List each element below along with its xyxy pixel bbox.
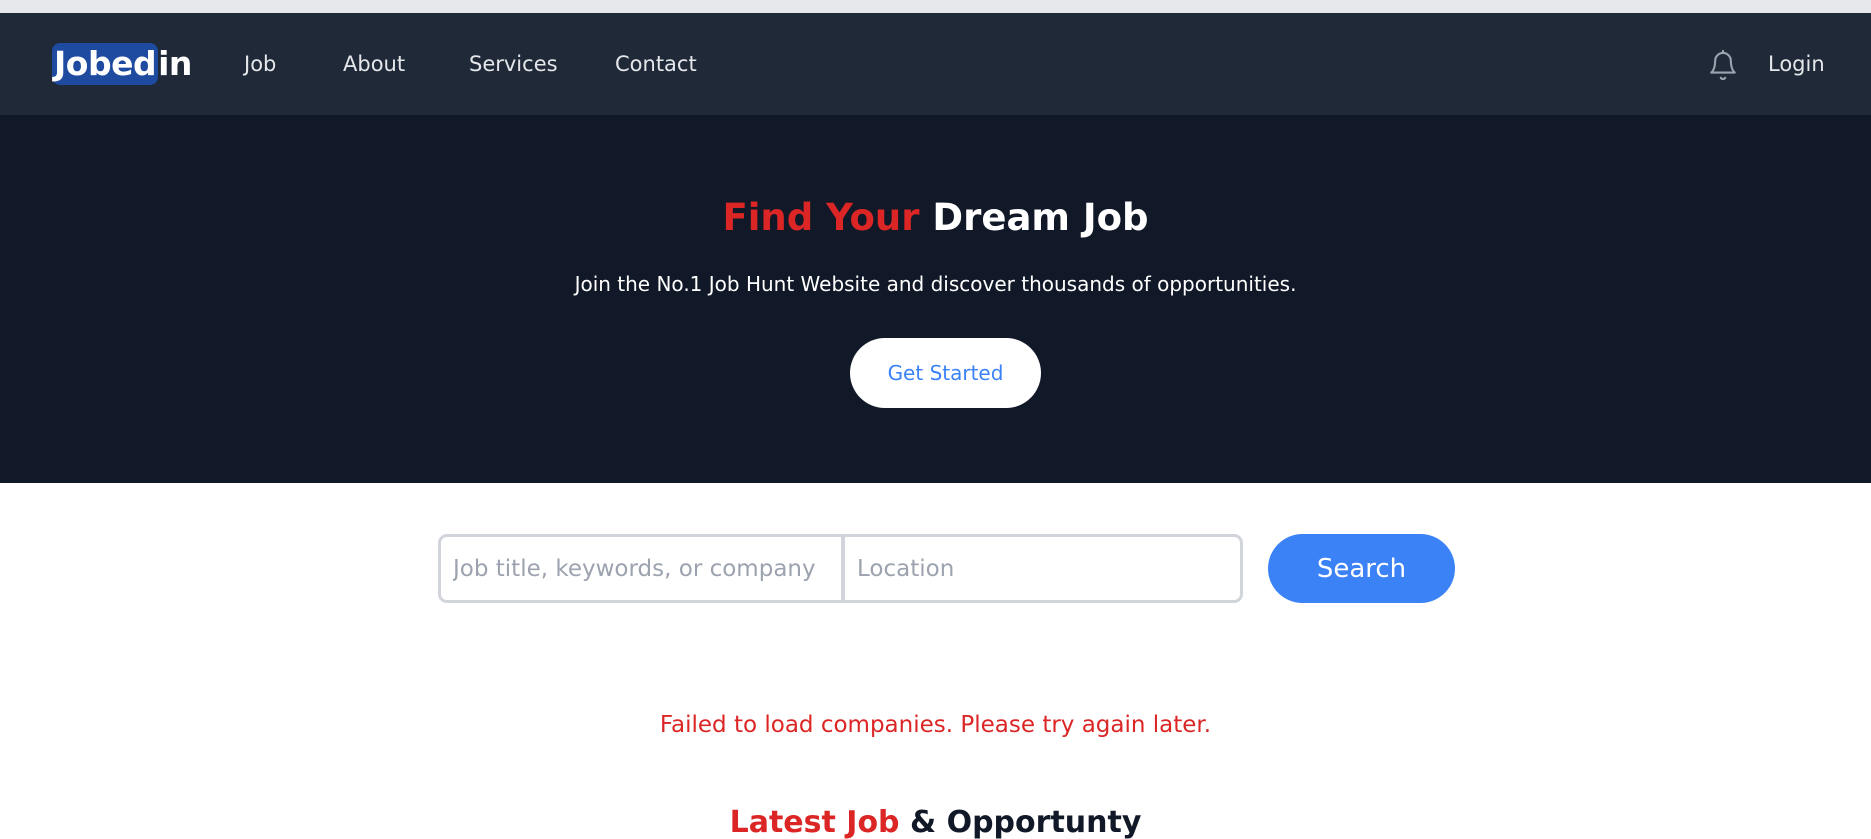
browser-top-strip [0, 0, 1871, 13]
latest-jobs-title: Latest Job & Opportunty [0, 803, 1871, 839]
logo-highlight: Jobed [52, 43, 159, 85]
navbar: Jobed in Job About Services Contact Login [0, 13, 1871, 115]
nav-link-about[interactable]: About [343, 49, 405, 79]
nav-link-job[interactable]: Job [244, 49, 276, 79]
get-started-button[interactable]: Get Started [850, 338, 1041, 408]
hero-title: Find Your Dream Job [0, 195, 1871, 241]
hero-title-accent: Find Your [722, 196, 920, 239]
latest-jobs-title-accent: Latest Job [729, 805, 900, 839]
hero-title-main: Dream Job [919, 196, 1149, 239]
bell-icon[interactable] [1707, 49, 1739, 83]
hero-section: Find Your Dream Job Join the No.1 Job Hu… [0, 115, 1871, 483]
search-box [438, 534, 1243, 603]
logo[interactable]: Jobed in [52, 43, 192, 85]
keyword-search-input[interactable] [441, 537, 841, 600]
latest-jobs-title-main: & Opportunty [899, 805, 1142, 839]
error-message: Failed to load companies. Please try aga… [659, 712, 1212, 738]
hero-subtitle: Join the No.1 Job Hunt Website and disco… [574, 272, 1297, 296]
search-button[interactable]: Search [1268, 534, 1455, 603]
login-link[interactable]: Login [1768, 49, 1825, 79]
location-input[interactable] [845, 537, 1240, 600]
nav-link-contact[interactable]: Contact [615, 49, 697, 79]
nav-link-services[interactable]: Services [469, 49, 558, 79]
logo-suffix: in [158, 44, 192, 83]
